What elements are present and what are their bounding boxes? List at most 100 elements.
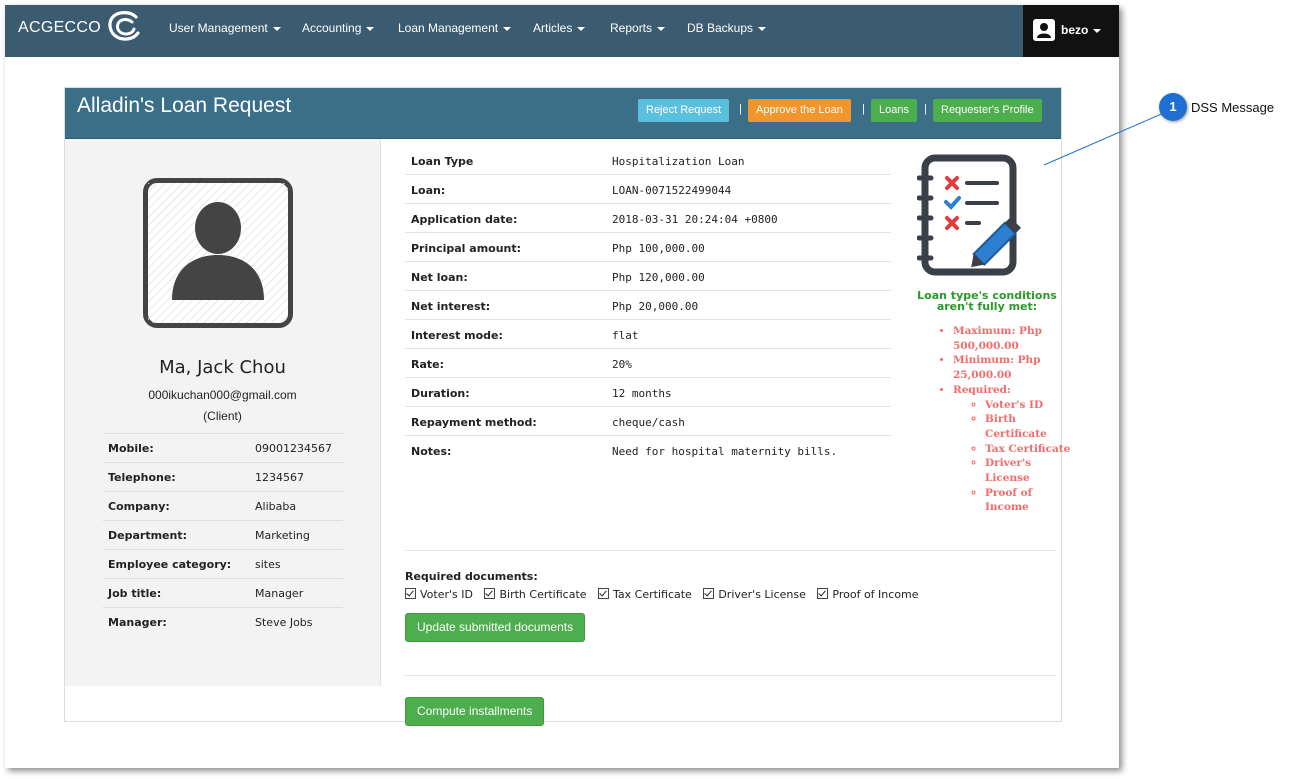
loan-label: Principal amount:	[411, 242, 522, 255]
field-label: Mobile:	[108, 442, 154, 455]
field-label: Department:	[108, 529, 187, 542]
doc-label: Tax Certificate	[613, 588, 692, 601]
loan-request-panel: Alladin's Loan Request Reject Request | …	[64, 87, 1070, 726]
user-menu[interactable]: bezo	[1023, 5, 1119, 57]
doc-label: Voter's ID	[420, 588, 473, 601]
loan-label: Net interest:	[411, 300, 491, 313]
nav-accounting[interactable]: Accounting	[302, 21, 375, 35]
field-label: Job title:	[108, 587, 162, 600]
caret-down-icon	[272, 26, 281, 31]
dss-maximum: Maximum: Php 500,000.00	[953, 324, 1073, 353]
checkbox-checked-icon	[817, 588, 829, 599]
callout-label: DSS Message	[1191, 100, 1275, 115]
loan-row-application-date: Application date: 2018-03-31 20:24:04 +08…	[405, 203, 891, 233]
loan-value: 20%	[612, 358, 632, 371]
loan-label: Loan:	[411, 184, 446, 197]
doc-checkbox-drivers-license[interactable]: Driver's License	[703, 588, 806, 601]
requester-profile-button[interactable]: Requester's Profile	[933, 99, 1042, 122]
loan-label: Interest mode:	[411, 329, 503, 342]
dss-required-item: Voter's ID	[985, 398, 1073, 413]
requester-profile-card: Ma, Jack Chou 000ikuchan000@gmail.com (C…	[65, 139, 381, 686]
field-value: Manager	[255, 587, 304, 600]
loan-value: cheque/cash	[612, 416, 685, 429]
profile-row-job-title: Job title: Manager	[103, 578, 343, 607]
dss-required-label: Required:	[953, 383, 1011, 396]
profile-row-company: Company: Alibaba	[103, 491, 343, 520]
doc-checkbox-proof-of-income[interactable]: Proof of Income	[817, 588, 919, 601]
loan-row-duration: Duration: 12 months	[405, 377, 891, 407]
profile-row-telephone: Telephone: 1234567	[103, 462, 343, 491]
loan-value: Php 120,000.00	[612, 271, 705, 284]
doc-checkbox-tax-certificate[interactable]: Tax Certificate	[598, 588, 692, 601]
nav-reports[interactable]: Reports	[610, 21, 666, 35]
nav-label: Reports	[610, 21, 653, 35]
required-documents-label: Required documents:	[405, 570, 538, 583]
nav-label: User Management	[169, 21, 268, 35]
dss-conditions-list: Maximum: Php 500,000.00 Minimum: Php 25,…	[941, 324, 1073, 515]
doc-checkbox-voters-id[interactable]: Voter's ID	[405, 588, 473, 601]
dss-required-item: Birth Certificate	[985, 412, 1073, 441]
loan-label: Repayment method:	[411, 416, 537, 429]
field-value: Steve Jobs	[255, 616, 313, 629]
nav-user-management[interactable]: User Management	[169, 21, 281, 35]
dss-required-item: Driver's License	[985, 456, 1073, 485]
loan-label: Notes:	[411, 445, 452, 458]
profile-row-mobile: Mobile: 09001234567	[103, 433, 343, 462]
checklist-icon	[917, 154, 1022, 276]
brand-name[interactable]: ACGECCO	[18, 19, 101, 37]
separator: |	[924, 103, 927, 115]
loan-label: Duration:	[411, 387, 470, 400]
user-name-text: bezo	[1061, 23, 1089, 37]
doc-label: Driver's License	[718, 588, 806, 601]
loan-row-repayment-method: Repayment method: cheque/cash	[405, 406, 891, 436]
divider	[405, 675, 1057, 676]
required-documents-checklist: Voter's ID Birth Certificate Tax Certifi…	[405, 588, 927, 601]
loan-row-notes: Notes: Need for hospital maternity bills.	[405, 435, 891, 464]
requester-role: (Client)	[203, 409, 242, 423]
loan-row-rate: Rate: 20%	[405, 348, 891, 378]
caret-down-icon	[657, 26, 666, 31]
checkbox-checked-icon	[598, 588, 610, 599]
user-name: bezo	[1061, 23, 1102, 37]
nav-loan-management[interactable]: Loan Management	[398, 21, 512, 35]
loan-row-principal: Principal amount: Php 100,000.00	[405, 232, 891, 262]
page-title: Alladin's Loan Request	[77, 94, 292, 117]
nav-label: Loan Management	[398, 21, 499, 35]
loan-label: Net loan:	[411, 271, 468, 284]
loan-value: LOAN-0071522499044	[612, 184, 732, 197]
loan-row-net-loan: Net loan: Php 120,000.00	[405, 261, 891, 291]
dss-required-list: Voter's ID Birth Certificate Tax Certifi…	[953, 398, 1073, 516]
brand-logo-icon[interactable]	[105, 9, 145, 45]
update-documents-button[interactable]: Update submitted documents	[405, 613, 586, 642]
reject-request-button[interactable]: Reject Request	[638, 99, 730, 122]
field-value: sites	[255, 558, 281, 571]
field-label: Manager:	[108, 616, 167, 629]
profile-row-employee-category: Employee category: sites	[103, 549, 343, 578]
doc-checkbox-birth-certificate[interactable]: Birth Certificate	[484, 588, 587, 601]
approve-loan-button[interactable]: Approve the Loan	[748, 99, 851, 122]
profile-row-manager: Manager: Steve Jobs	[103, 607, 343, 636]
panel-header: Alladin's Loan Request Reject Request | …	[65, 88, 1061, 139]
loan-value: Hospitalization Loan	[612, 155, 745, 168]
loan-label: Loan Type	[411, 155, 474, 168]
avatar	[143, 178, 293, 328]
loan-value: 12 months	[612, 387, 672, 400]
compute-installments-button[interactable]: Compute installments	[405, 697, 545, 726]
separator: |	[862, 103, 865, 115]
field-label: Employee category:	[108, 558, 232, 571]
field-value: 1234567	[255, 471, 304, 484]
dss-title: Loan type's conditions aren't fully met:	[917, 289, 1057, 313]
loans-button[interactable]: Loans	[871, 99, 917, 122]
doc-label: Birth Certificate	[499, 588, 587, 601]
caret-down-icon	[1093, 28, 1102, 33]
field-value: Alibaba	[255, 500, 297, 513]
separator: |	[739, 103, 742, 115]
nav-db-backups[interactable]: DB Backups	[687, 21, 767, 35]
nav-articles[interactable]: Articles	[533, 21, 586, 35]
requester-name: Ma, Jack Chou	[159, 357, 286, 378]
loan-label: Application date:	[411, 213, 518, 226]
nav-label: DB Backups	[687, 21, 754, 35]
profile-row-department: Department: Marketing	[103, 520, 343, 549]
doc-label: Proof of Income	[832, 588, 919, 601]
loan-row-interest-mode: Interest mode: flat	[405, 319, 891, 349]
